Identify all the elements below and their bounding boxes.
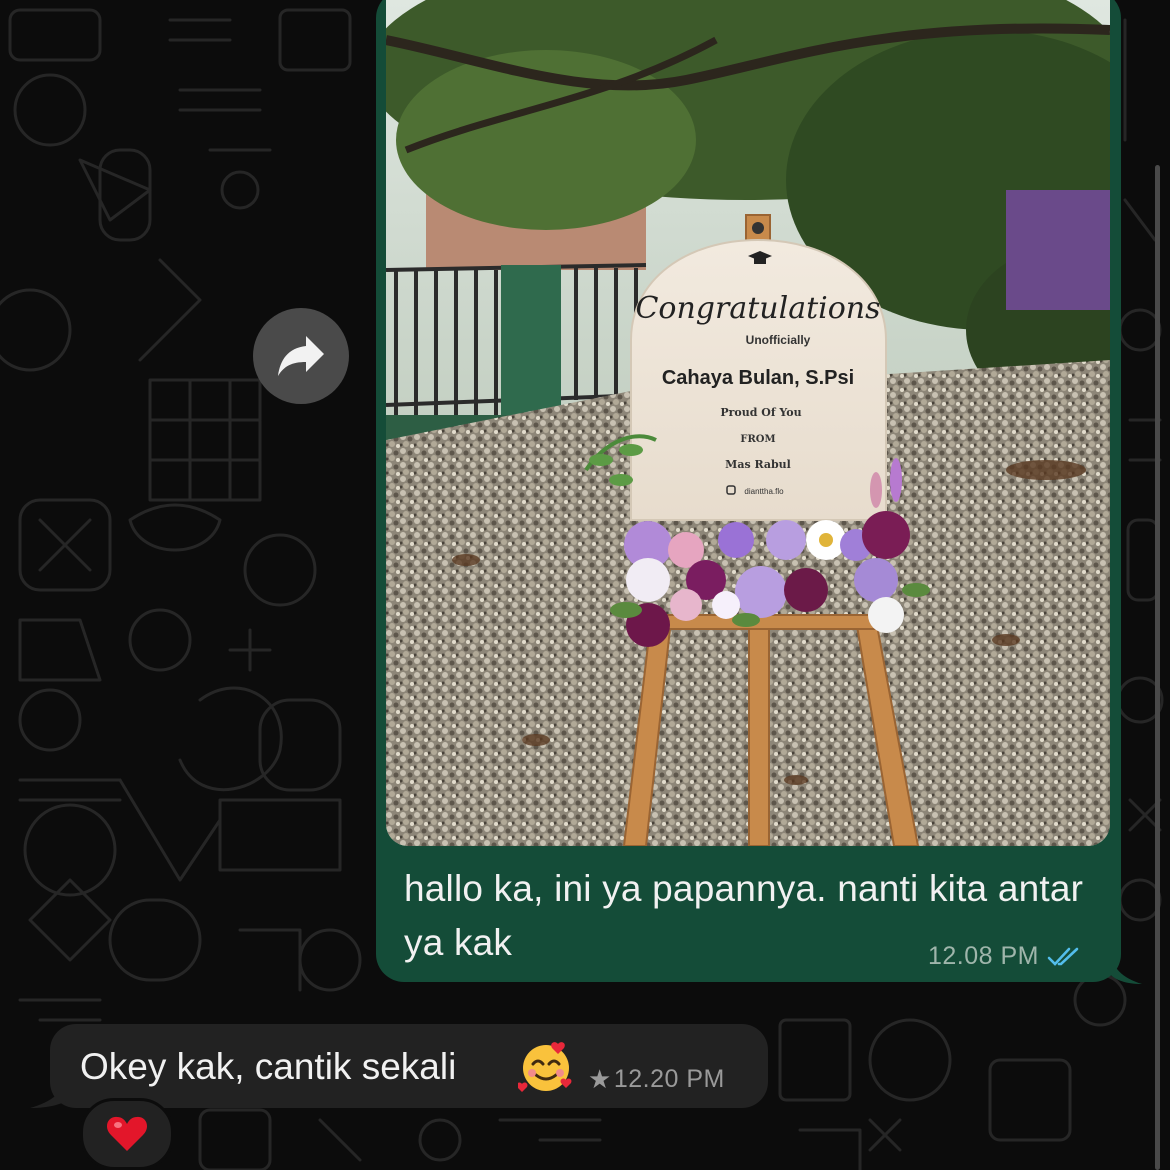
photo-image: Congratulations Unofficially Cahaya Bula… xyxy=(386,0,1110,846)
scrollbar[interactable] xyxy=(1155,165,1160,1170)
incoming-message-text: Okey kak, cantik sekali xyxy=(80,1046,457,1087)
sign-title: Congratulations xyxy=(635,291,880,326)
incoming-bubble-tail xyxy=(30,1072,70,1108)
outgoing-message-meta: 12.08 PM xyxy=(928,942,1083,971)
outgoing-bubble-tail xyxy=(1108,948,1142,984)
sign-line2: FROM xyxy=(740,434,775,445)
star-icon: ★ xyxy=(588,1064,612,1094)
sign-line1: Proud Of You xyxy=(720,406,801,419)
outgoing-message-time: 12.08 PM xyxy=(928,942,1040,970)
sign-subtitle: Unofficially xyxy=(746,333,811,347)
incoming-message-time: 12.20 PM xyxy=(613,1065,725,1093)
chat-view: Congratulations Unofficially Cahaya Bula… xyxy=(0,0,1170,1170)
smiling-face-with-hearts-icon xyxy=(518,1042,572,1092)
forward-arrow-icon xyxy=(278,336,324,376)
message-reaction[interactable] xyxy=(80,1098,174,1170)
forward-button[interactable] xyxy=(253,308,349,404)
sign-handle: dianttha.flo xyxy=(744,487,784,496)
red-heart-icon xyxy=(106,1116,148,1151)
incoming-message-meta: ★ 12.20 PM xyxy=(588,1064,725,1095)
message-photo[interactable]: Congratulations Unofficially Cahaya Bula… xyxy=(386,0,1110,846)
sign-name: Cahaya Bulan, S.Psi xyxy=(662,367,854,389)
sign-from: Mas Rabul xyxy=(725,458,791,471)
double-check-read-icon xyxy=(1047,947,1079,966)
